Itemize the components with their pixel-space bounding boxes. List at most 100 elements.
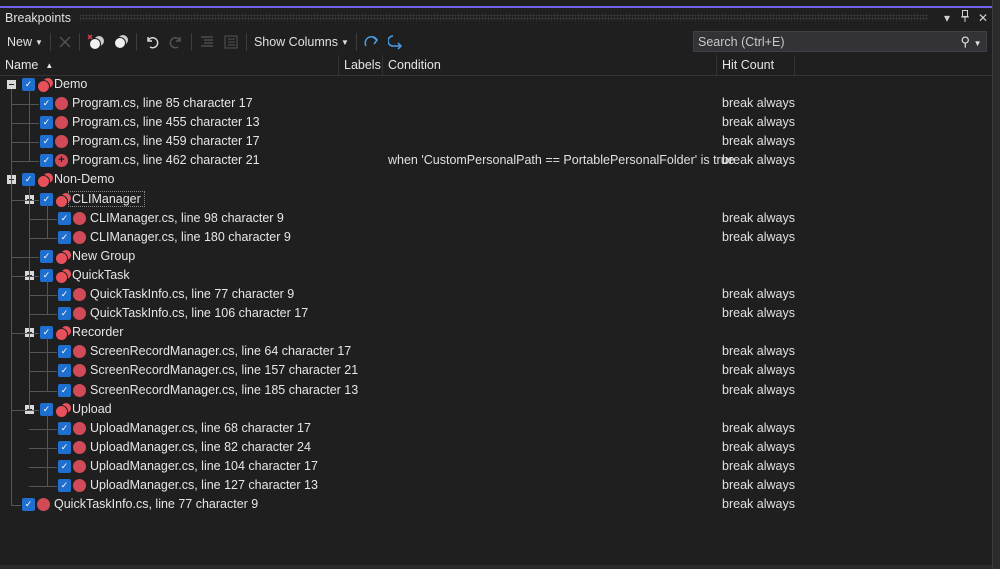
enable-checkbox[interactable]: ✓ [40, 154, 53, 168]
window-options-dropdown-icon[interactable]: ▾ [938, 11, 956, 25]
tree-guide-line [47, 280, 48, 315]
enable-checkbox[interactable]: ✓ [22, 498, 35, 512]
enable-checkbox[interactable]: ✓ [58, 478, 71, 492]
import-icon [224, 35, 238, 49]
enable-checkbox[interactable]: ✓ [58, 364, 71, 378]
breakpoint-row[interactable]: ✓ Program.cs, line 455 character 13 break … [0, 113, 992, 132]
go-to-disassembly-button[interactable] [384, 31, 408, 53]
tree-group-row[interactable]: ✓ Recorder [0, 323, 992, 342]
tree-guide-line [47, 203, 48, 238]
breakpoint-row[interactable]: ✓ UploadManager.cs, line 68 character 17 b… [0, 419, 992, 438]
search-input[interactable] [694, 33, 956, 50]
pin-icon[interactable] [956, 10, 974, 25]
tree-connector [11, 199, 39, 201]
breakpoint-location: Program.cs, line 459 character 17 [72, 134, 260, 149]
breakpoint-row[interactable]: ✓ UploadManager.cs, line 104 character 17… [0, 457, 992, 476]
breakpoint-row[interactable]: ✓ UploadManager.cs, line 127 character 13… [0, 476, 992, 495]
tree-group-row[interactable]: ✓ QuickTask [0, 266, 992, 285]
breakpoint-tree: ✓ Demo ✓ Program.cs, line 85 character 17 br… [0, 75, 992, 514]
undo-button[interactable] [140, 31, 164, 53]
breakpoint-location: QuickTaskInfo.cs, line 77 character 9 [90, 287, 295, 302]
collapse-icon[interactable] [7, 80, 16, 89]
breakpoint-row[interactable]: ✓ Program.cs, line 85 character 17 break a… [0, 94, 992, 113]
breakpoint-row[interactable]: ✓ ScreenRecordManager.cs, line 185 charac… [0, 381, 992, 400]
tree-connector [11, 256, 39, 258]
search-box: ⚲ ▼ [693, 31, 987, 52]
window-title: Breakpoints [5, 10, 72, 25]
enable-checkbox[interactable]: ✓ [58, 440, 71, 454]
breakpoint-icon [73, 440, 86, 454]
enable-checkbox[interactable]: ✓ [58, 421, 71, 435]
breakpoint-row[interactable]: ✓ CLIManager.cs, line 180 character 9 brea… [0, 228, 992, 247]
delete-icon [59, 36, 71, 48]
enable-checkbox[interactable]: ✓ [58, 288, 71, 302]
enable-checkbox[interactable]: ✓ [58, 211, 71, 225]
column-header-labels[interactable]: Labels [339, 55, 383, 75]
enable-checkbox[interactable]: ✓ [58, 230, 71, 244]
tree-group-row[interactable]: ✓ Non-Demo [0, 170, 992, 189]
enable-checkbox[interactable]: ✓ [58, 345, 71, 359]
breakpoint-row[interactable]: ✓ + Program.cs, line 462 character 21 when … [0, 151, 992, 170]
enable-checkbox[interactable]: ✓ [40, 116, 53, 130]
breakpoint-group-icon [37, 77, 54, 93]
close-icon[interactable]: ✕ [974, 11, 992, 25]
enable-checkbox[interactable]: ✓ [40, 97, 53, 111]
enable-checkbox[interactable]: ✓ [58, 459, 71, 473]
breakpoint-icon [73, 364, 86, 378]
breakpoint-row[interactable]: ✓ QuickTaskInfo.cs, line 77 character 9 br… [0, 285, 992, 304]
enable-checkbox[interactable]: ✓ [58, 383, 71, 397]
breakpoint-row[interactable]: ✓ UploadManager.cs, line 82 character 24 b… [0, 438, 992, 457]
tree-connector [29, 295, 57, 297]
tree-connector [29, 218, 57, 220]
breakpoint-row[interactable]: ✓ QuickTaskInfo.cs, line 77 character 9 br… [0, 495, 992, 514]
column-header: Name ▲ Labels Condition Hit Count [0, 55, 992, 76]
breakpoint-icon [73, 345, 86, 359]
search-options-chevron-icon[interactable]: ▼ [974, 39, 982, 48]
breakpoint-location: CLIManager.cs, line 98 character 9 [90, 210, 284, 225]
breakpoint-row[interactable]: ✓ CLIManager.cs, line 98 character 9 break… [0, 209, 992, 228]
breakpoint-location: Program.cs, line 455 character 13 [72, 115, 260, 130]
breakpoint-row[interactable]: ✓ ScreenRecordManager.cs, line 157 charac… [0, 361, 992, 380]
disable-all-breakpoints-button[interactable] [109, 31, 133, 53]
redo-icon [169, 37, 181, 49]
tree-group-row[interactable]: ✓ CLIManager [0, 190, 992, 209]
column-header-condition[interactable]: Condition [383, 55, 717, 75]
hit-count-cell: break always [722, 96, 795, 111]
group-name: Recorder [72, 325, 124, 340]
hit-count-cell: break always [722, 477, 795, 492]
export-button[interactable] [195, 31, 219, 53]
delete-button[interactable] [54, 31, 76, 53]
show-columns-button[interactable]: Show Columns ▼ [250, 31, 353, 53]
tree-guide-line [47, 337, 48, 391]
hit-count-cell: break always [722, 344, 795, 359]
redo-button[interactable] [164, 31, 188, 53]
tree-connector [11, 275, 39, 277]
go-to-source-button[interactable] [360, 31, 384, 53]
breakpoint-row[interactable]: ✓ QuickTaskInfo.cs, line 106 character 17… [0, 304, 992, 323]
toolbar-separator [355, 33, 357, 51]
enable-checkbox[interactable]: ✓ [58, 307, 71, 321]
import-button[interactable] [219, 31, 243, 53]
breakpoint-row[interactable]: ✓ ScreenRecordManager.cs, line 64 charact… [0, 342, 992, 361]
breakpoint-group-icon [55, 267, 72, 284]
breakpoint-group-icon [55, 325, 72, 342]
titlebar-grip[interactable] [79, 14, 928, 21]
search-icon[interactable]: ⚲ ▼ [956, 34, 986, 50]
tree-group-row[interactable]: ✓ Demo [0, 75, 992, 94]
enable-checkbox[interactable]: ✓ [40, 135, 53, 149]
delete-all-breakpoints-button[interactable] [83, 31, 109, 53]
hit-count-cell: break always [722, 420, 795, 435]
enable-checkbox[interactable]: ✓ [40, 249, 53, 263]
go-to-source-icon [364, 36, 378, 47]
column-name-label: Name [5, 58, 39, 72]
new-button[interactable]: New ▼ [0, 31, 47, 53]
new-label: New [7, 35, 33, 49]
sort-ascending-icon: ▲ [45, 60, 54, 70]
tree-group-row[interactable]: ✓ Upload [0, 400, 992, 419]
breakpoint-row[interactable]: ✓ Program.cs, line 459 character 17 break … [0, 132, 992, 151]
tree-connector [29, 314, 57, 316]
tree-group-row[interactable]: ✓ New Group [0, 247, 992, 266]
column-header-hit-count[interactable]: Hit Count [717, 55, 795, 75]
column-header-name[interactable]: Name ▲ [0, 55, 339, 75]
breakpoint-location: UploadManager.cs, line 82 character 24 [90, 439, 311, 454]
